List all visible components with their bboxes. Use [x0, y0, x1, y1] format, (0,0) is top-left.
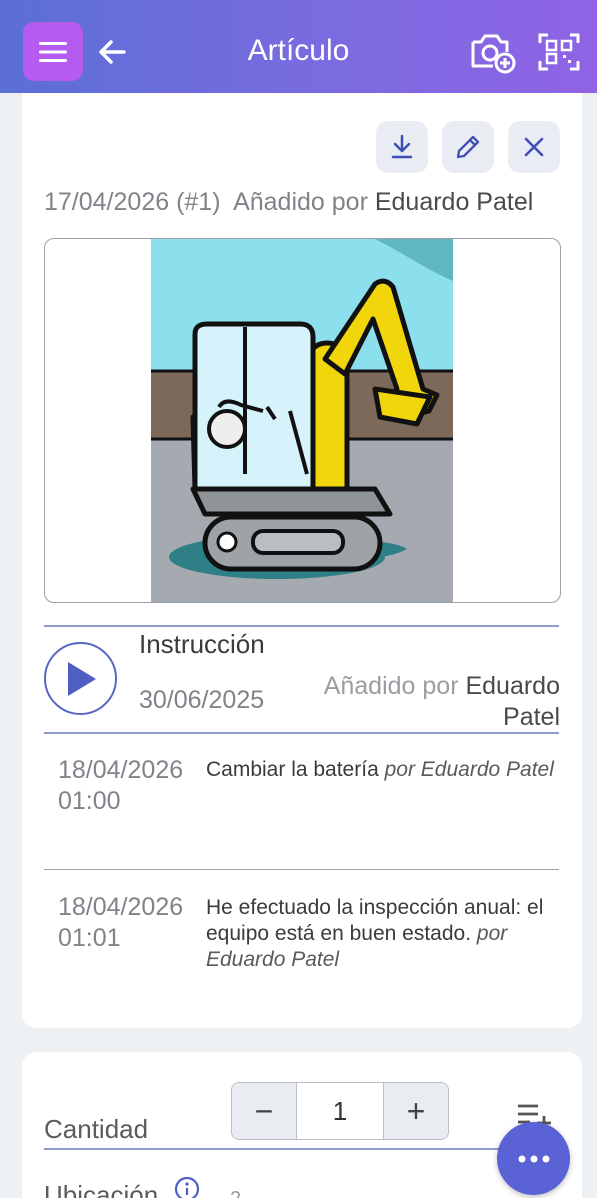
play-icon — [67, 661, 96, 696]
document-card: 17/04/2026 (#1) Añadido por Eduardo Pate… — [22, 93, 582, 1028]
instruction-title: Instrucción — [139, 629, 265, 659]
instruction-date: 30/06/2025 — [139, 686, 265, 714]
quantity-input[interactable]: 1 — [296, 1083, 384, 1139]
quantity-label: Cantidad — [44, 1114, 149, 1144]
scan-button[interactable] — [536, 30, 582, 74]
divider — [44, 869, 559, 870]
quantity-underline — [44, 1148, 524, 1150]
instruction-added-by: Eduardo Patel — [465, 672, 560, 731]
more-dots-icon — [518, 1155, 549, 1162]
document-meta: 17/04/2026 (#1) Añadido por Eduardo Pate… — [44, 188, 533, 217]
close-button[interactable] — [508, 121, 560, 173]
document-date: 17/04/2026 — [44, 188, 170, 216]
log-entry-date: 18/04/2026 01:00 — [58, 756, 184, 815]
added-prefix: Añadido por — [233, 188, 368, 216]
log-entry-date: 18/04/2026 01:01 — [58, 893, 184, 952]
attachment-image[interactable] — [44, 238, 561, 603]
log-entry-text: He efectuado la inspección anual: el equ… — [206, 895, 561, 973]
added-by: Eduardo Patel — [374, 188, 534, 216]
download-button[interactable] — [376, 121, 428, 173]
edit-button[interactable] — [442, 121, 494, 173]
info-icon[interactable] — [174, 1176, 200, 1198]
log-entry-author: por Eduardo Patel — [384, 758, 554, 781]
divider — [44, 732, 559, 734]
add-photo-button[interactable] — [469, 30, 517, 74]
log-entry-text: Cambiar la batería por Eduardo Patel — [206, 757, 566, 783]
location-label: Ubicación — [44, 1180, 159, 1198]
play-button[interactable] — [44, 642, 117, 715]
increment-button[interactable]: + — [384, 1083, 448, 1139]
excavator-drawing — [151, 239, 453, 602]
instruction-added: Añadido por Eduardo Patel — [300, 671, 560, 733]
camera-add-icon — [471, 34, 516, 74]
document-number: (#1) — [176, 188, 221, 216]
pencil-icon — [456, 135, 480, 159]
location-value[interactable]: 2 ...... — [230, 1188, 280, 1198]
decrement-button[interactable]: − — [232, 1083, 296, 1139]
download-icon — [391, 134, 413, 159]
log-entry-message: Cambiar la batería — [206, 758, 379, 781]
close-icon — [524, 137, 544, 157]
qr-scan-icon — [538, 33, 580, 71]
quantity-stepper: − 1 + — [231, 1082, 449, 1140]
instruction-added-prefix: Añadido por — [323, 672, 459, 700]
details-card: Cantidad − 1 + Ubicación 2 ...... — [22, 1052, 582, 1198]
app-header: Artículo — [0, 0, 597, 93]
more-actions-button[interactable] — [497, 1122, 570, 1195]
divider — [44, 625, 559, 627]
